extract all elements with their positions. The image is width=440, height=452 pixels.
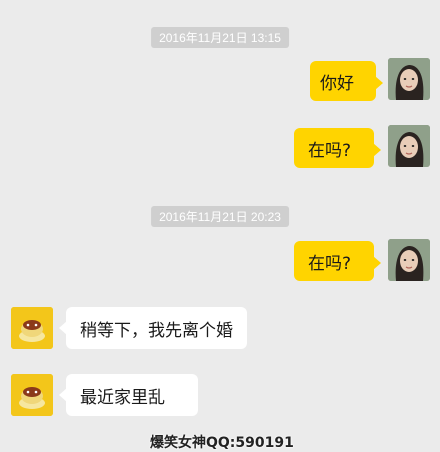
my-avatar[interactable]	[388, 58, 430, 100]
message-text: 在吗?	[308, 253, 352, 274]
pudding-emoji-icon	[11, 374, 53, 416]
message-bubble-contact[interactable]: 稍等下，我先离个婚	[59, 307, 247, 349]
message-bubble-contact[interactable]: 最近家里乱	[59, 374, 198, 416]
contact-avatar[interactable]	[11, 374, 53, 416]
girl-avatar-icon	[388, 239, 430, 281]
contact-avatar[interactable]	[11, 307, 53, 349]
message-text: 在吗?	[308, 140, 352, 161]
message-bubble-mine[interactable]: 在吗?	[294, 241, 381, 281]
message-text: 你好	[320, 73, 354, 94]
message-text: 最近家里乱	[80, 387, 165, 408]
girl-avatar-icon	[388, 125, 430, 167]
timestamp: 2016年11月21日 20:23	[151, 206, 289, 227]
message-text: 稍等下，我先离个婚	[80, 320, 233, 341]
message-bubble-mine[interactable]: 你好	[310, 61, 383, 101]
message-bubble-mine[interactable]: 在吗?	[294, 128, 381, 168]
girl-avatar-icon	[388, 58, 430, 100]
watermark: 爆笑女神QQ:590191	[150, 435, 294, 451]
my-avatar[interactable]	[388, 239, 430, 281]
timestamp: 2016年11月21日 13:15	[151, 27, 289, 48]
pudding-emoji-icon	[11, 307, 53, 349]
my-avatar[interactable]	[388, 125, 430, 167]
